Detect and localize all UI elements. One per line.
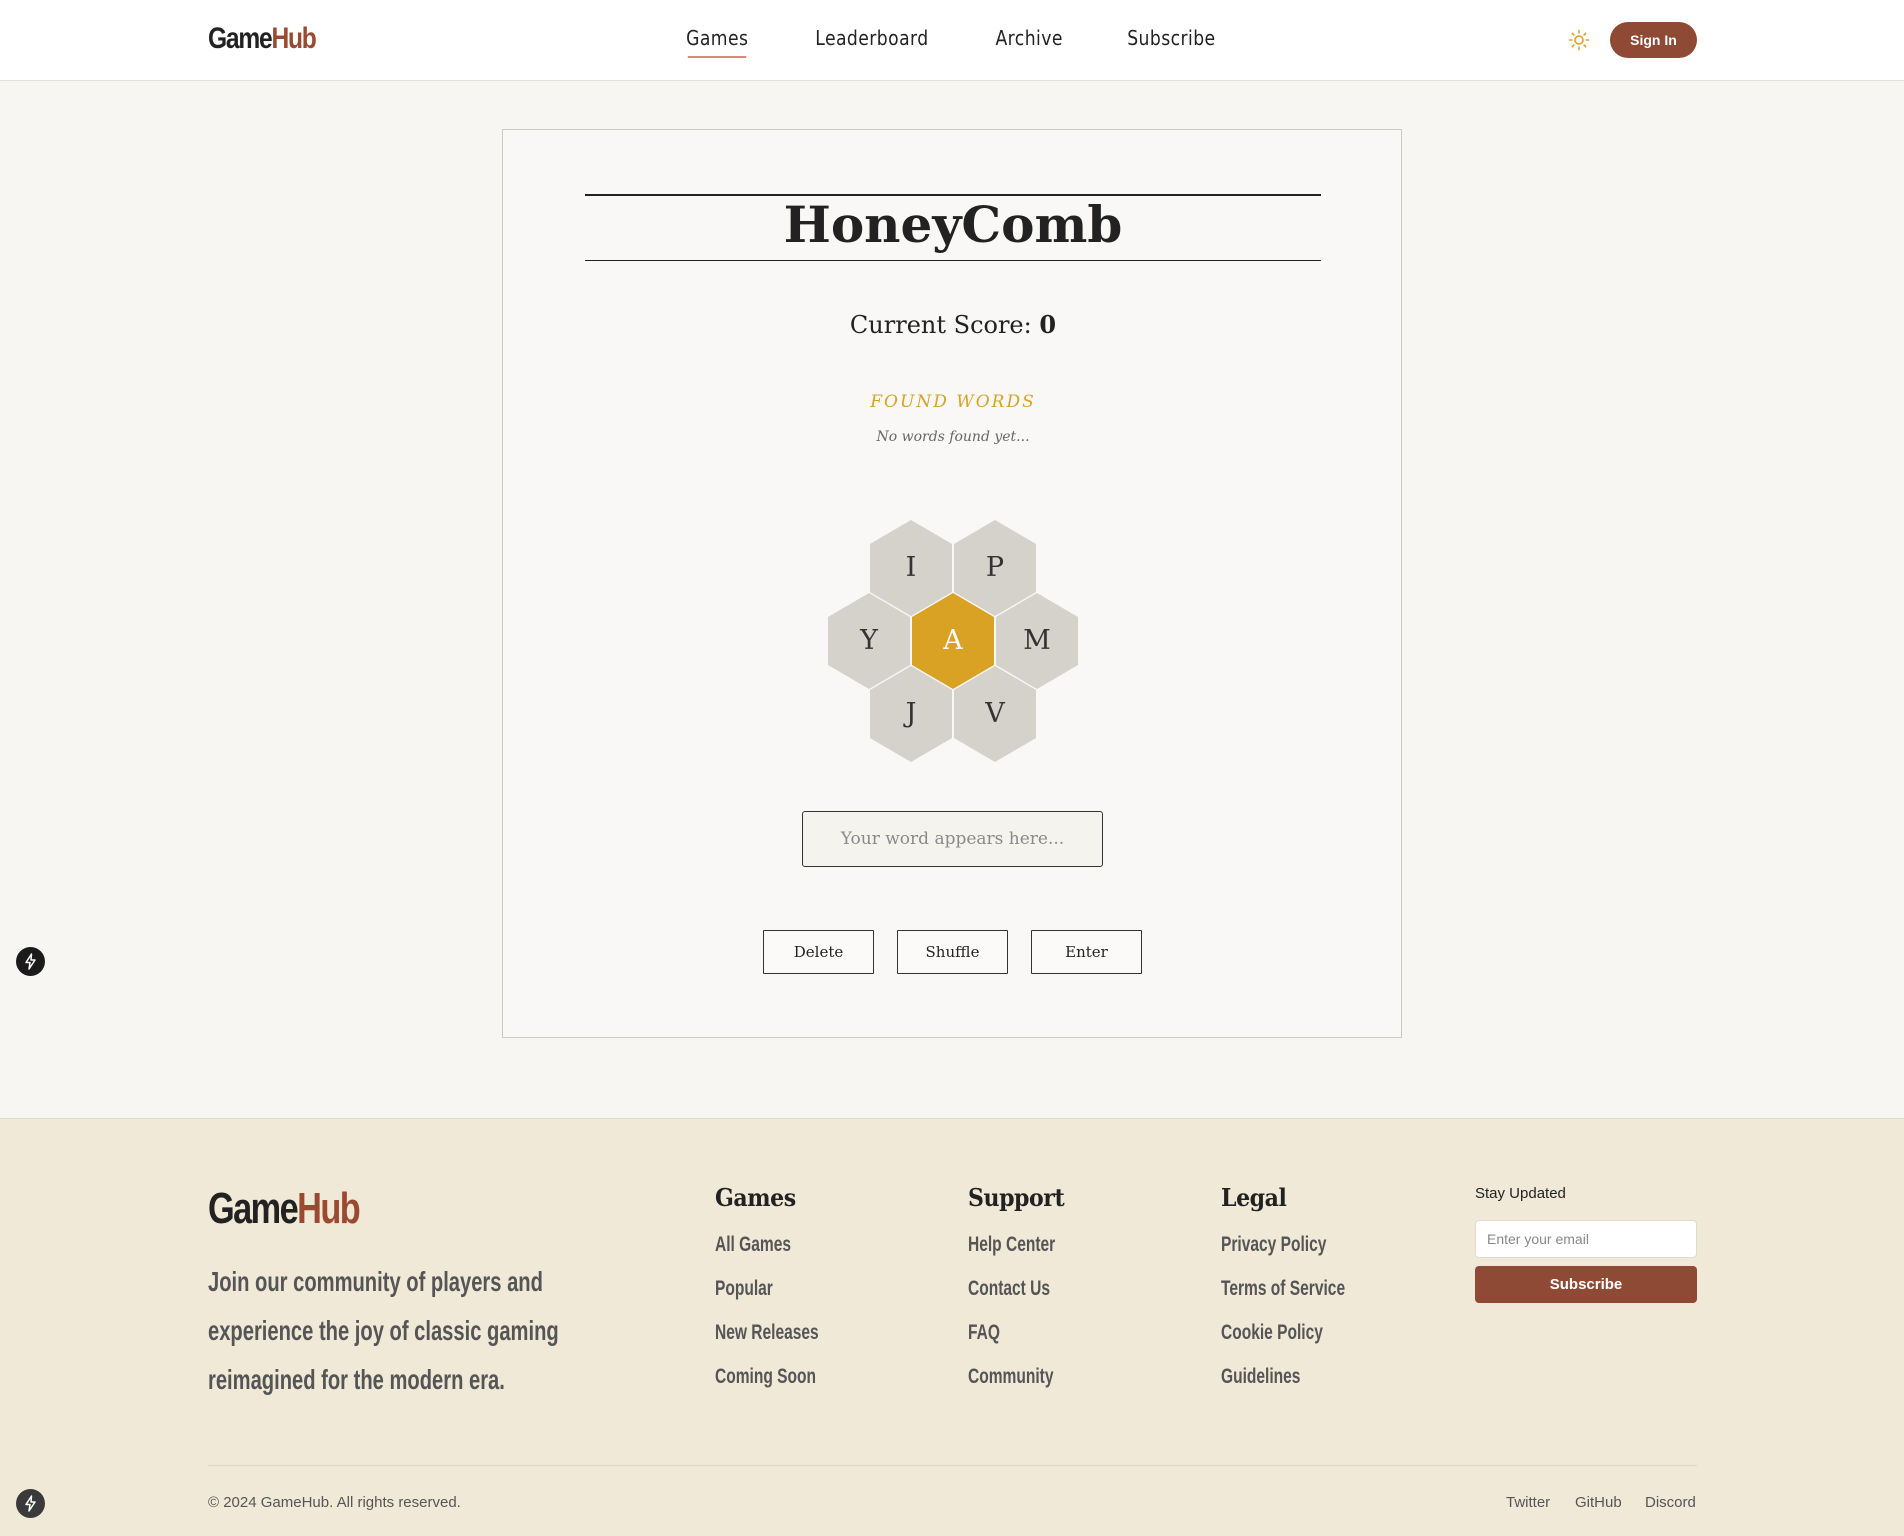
score-label: Current Score:: [849, 311, 1032, 339]
found-words-title: FOUND WORDS: [870, 392, 1036, 412]
footer-logo-game-text: Game: [208, 1184, 299, 1233]
sign-in-button[interactable]: Sign In: [1610, 22, 1697, 58]
current-score: Current Score: 0: [503, 310, 1403, 339]
bolt-icon[interactable]: [16, 947, 45, 976]
bolt-icon[interactable]: [16, 1489, 45, 1518]
nav-leaderboard[interactable]: Leaderboard: [815, 26, 928, 56]
footer-column-title: Legal: [1221, 1183, 1287, 1212]
newsletter-title: Stay Updated: [1475, 1185, 1566, 1202]
site-header: GameHub Games Leaderboard Archive Subscr…: [0, 0, 1904, 81]
footer-column-games: Games All Games Popular New Releases Com…: [715, 1183, 855, 1407]
footer-link[interactable]: New Releases: [715, 1319, 819, 1363]
footer-column-support: Support Help Center Contact Us FAQ Commu…: [968, 1183, 1086, 1407]
nav-subscribe[interactable]: Subscribe: [1127, 26, 1215, 56]
footer-link[interactable]: All Games: [715, 1231, 819, 1275]
footer-divider: [208, 1465, 1697, 1466]
site-footer: GameHub Join our community of players an…: [0, 1118, 1904, 1536]
social-link-github[interactable]: GitHub: [1575, 1494, 1622, 1511]
footer-logo-hub-text: Hub: [297, 1184, 361, 1233]
footer-link[interactable]: Cookie Policy: [1221, 1319, 1345, 1363]
newsletter-email-input[interactable]: [1475, 1220, 1697, 1258]
footer-link[interactable]: Privacy Policy: [1221, 1231, 1345, 1275]
footer-link[interactable]: Terms of Service: [1221, 1275, 1345, 1319]
sun-icon[interactable]: [1568, 29, 1590, 51]
footer-logo[interactable]: GameHub: [208, 1184, 361, 1234]
footer-column-title: Support: [968, 1183, 1065, 1212]
footer-column-legal: Legal Privacy Policy Terms of Service Co…: [1221, 1183, 1389, 1407]
footer-link[interactable]: Popular: [715, 1275, 819, 1319]
game-panel: HoneyComb Current Score: 0 FOUND WORDS N…: [502, 129, 1402, 1038]
social-link-discord[interactable]: Discord: [1645, 1494, 1696, 1511]
nav-archive[interactable]: Archive: [995, 26, 1062, 56]
footer-link[interactable]: Contact Us: [968, 1275, 1055, 1319]
footer-link[interactable]: Guidelines: [1221, 1363, 1345, 1407]
footer-column-title: Games: [715, 1183, 796, 1212]
footer-link[interactable]: Coming Soon: [715, 1363, 819, 1407]
shuffle-button[interactable]: Shuffle: [897, 930, 1008, 974]
delete-button[interactable]: Delete: [763, 930, 874, 974]
game-title-frame: HoneyComb: [585, 194, 1321, 261]
copyright-text: © 2024 GameHub. All rights reserved.: [208, 1494, 461, 1511]
footer-link[interactable]: Help Center: [968, 1231, 1055, 1275]
newsletter-subscribe-button[interactable]: Subscribe: [1475, 1266, 1697, 1303]
footer-link[interactable]: Community: [968, 1363, 1055, 1407]
footer-description: Join our community of players and experi…: [208, 1266, 559, 1395]
nav-games[interactable]: Games: [686, 26, 748, 58]
word-input[interactable]: [802, 811, 1103, 867]
social-link-twitter[interactable]: Twitter: [1506, 1494, 1550, 1511]
footer-link[interactable]: FAQ: [968, 1319, 1055, 1363]
game-title: HoneyComb: [783, 195, 1123, 254]
found-words-empty: No words found yet...: [876, 429, 1030, 445]
enter-button[interactable]: Enter: [1031, 930, 1142, 974]
score-value: 0: [1039, 310, 1057, 339]
